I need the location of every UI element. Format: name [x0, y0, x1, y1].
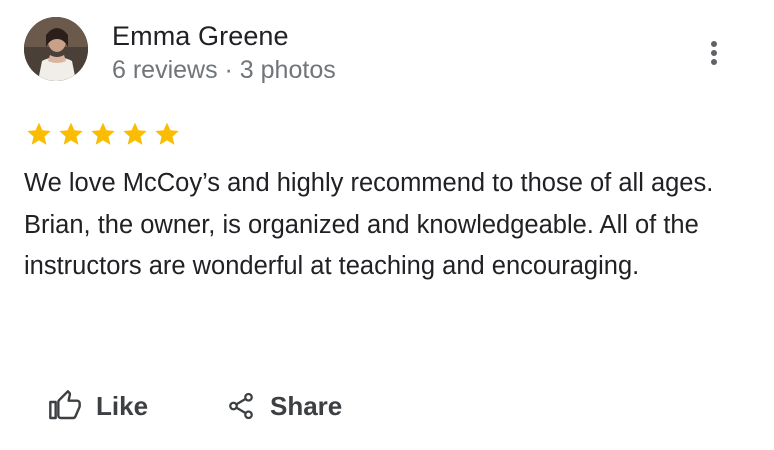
- star-icon: [91, 122, 115, 145]
- like-label: Like: [96, 391, 149, 421]
- reviewer-meta: 6 reviews · 3 photos: [112, 56, 336, 84]
- star-icon: [59, 122, 83, 145]
- star-icon: [155, 122, 179, 145]
- review-card: Emma Greene 6 reviews · 3 photos We love…: [0, 0, 774, 450]
- star-icon: [123, 122, 147, 145]
- more-vert-icon: [711, 41, 717, 65]
- star-rating: [24, 120, 182, 148]
- more-options-button[interactable]: [694, 33, 734, 73]
- avatar[interactable]: [24, 17, 88, 81]
- star-icon: [27, 122, 51, 145]
- like-button[interactable]: Like: [48, 384, 148, 428]
- share-icon: [229, 392, 253, 420]
- review-text: We love McCoy’s and highly recommend to …: [24, 169, 714, 280]
- share-label: Share: [270, 391, 343, 421]
- thumbs-up-icon: [49, 390, 81, 420]
- share-button[interactable]: Share: [226, 384, 342, 428]
- reviewer-name[interactable]: Emma Greene: [112, 19, 289, 53]
